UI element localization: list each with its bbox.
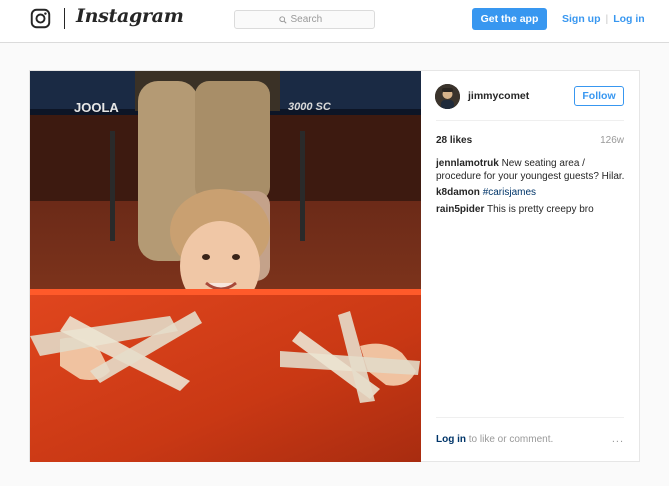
instagram-wordmark-logo[interactable]: Instagram [76,5,184,27]
post-footer: Log in to like or comment. ... [436,433,624,445]
follow-button[interactable]: Follow [574,86,624,106]
top-navigation-bar: Instagram Get the app Sign up | Log in [0,0,669,43]
search-box[interactable] [234,10,375,29]
header-divider [436,120,624,121]
svg-text:JOOLA: JOOLA [74,100,119,115]
login-to-comment-link[interactable]: Log in [436,434,466,445]
photo-illustration: JOOLA 3000 SC [30,71,421,462]
search-icon [278,15,287,24]
footer-divider [436,417,624,418]
get-the-app-button[interactable]: Get the app [472,8,547,30]
comment-text: This is pretty creepy bro [486,203,594,215]
comment-hashtag-link[interactable]: #carisjames [483,187,536,198]
more-options-icon[interactable]: ... [612,433,624,445]
auth-links: Sign up | Log in [562,13,645,25]
instagram-camera-icon[interactable] [30,8,51,29]
login-prompt-text: to like or comment. [468,433,554,445]
logo-divider [64,8,65,29]
log-in-link[interactable]: Log in [613,13,645,25]
login-prompt: Log in to like or comment. [436,434,553,445]
comment: rain5pider This is pretty creepy bro [436,204,626,217]
comment-username[interactable]: jennlamotruk [436,158,499,169]
sign-up-link[interactable]: Sign up [562,13,601,25]
post-age[interactable]: 126w [600,135,624,146]
avatar[interactable] [435,83,460,109]
svg-text:3000 SC: 3000 SC [288,101,332,113]
likes-count[interactable]: 28 likes [436,135,472,146]
author-username[interactable]: jimmycomet [468,90,529,102]
table-model-text: 3000 SC [288,101,332,113]
comment: jennlamotruk New seating area / procedur… [436,158,626,183]
auth-links-separator: | [605,13,609,25]
comment-username[interactable]: k8damon [436,187,480,198]
post-stats: 28 likes 126w [436,135,624,146]
search-input[interactable] [290,14,331,25]
post-sidebar: jimmycomet Follow 28 likes 126w jennlamo… [421,71,640,462]
post-card: JOOLA 3000 SC jimmycomet Follow 28 likes… [29,70,640,462]
post-photo[interactable]: JOOLA 3000 SC [30,71,421,462]
table-brand-text: JOOLA [74,100,119,115]
comment-username[interactable]: rain5pider [436,204,484,215]
comments-list: jennlamotruk New seating area / procedur… [436,158,626,220]
comment: k8damon #carisjames [436,187,626,200]
